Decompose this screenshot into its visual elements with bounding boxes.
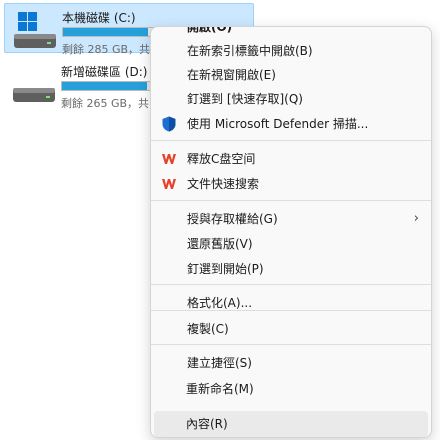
drive-c-usage-fill	[63, 28, 148, 36]
menu-separator	[151, 344, 431, 345]
drive-d-usage-fill	[62, 82, 147, 90]
menu-item-open-new-tab[interactable]: 在新索引標籤中開啟(B)	[155, 38, 427, 64]
menu-item-open-new-window[interactable]: 在新視窗開啟(E)	[155, 62, 427, 88]
hard-drive-icon	[14, 12, 56, 48]
menu-separator	[151, 200, 431, 201]
menu-item-defender-scan[interactable]: 使用 Microsoft Defender 掃描...	[155, 111, 427, 137]
drive-c-free-space: 剩餘 285 GB，共	[62, 43, 151, 56]
menu-separator	[151, 140, 431, 141]
menu-item-label: 內容(R)	[186, 417, 228, 431]
wps-logo-icon	[162, 154, 176, 164]
drive-d-name: 新增磁碟區 (D:)	[61, 65, 148, 79]
menu-item-label: 釘選到開始(P)	[187, 262, 264, 276]
menu-separator	[151, 284, 431, 285]
drive-c-name: 本機磁碟 (C:)	[62, 11, 136, 25]
menu-item-label: 建立捷徑(S)	[187, 356, 252, 370]
menu-item-label: 釋放C盘空间	[187, 152, 256, 166]
hard-drive-icon	[13, 88, 55, 102]
menu-item-label: 在新視窗開啟(E)	[187, 68, 276, 82]
menu-item-label: 授與存取權給(G)	[187, 212, 278, 226]
menu-item-pin-start[interactable]: 釘選到開始(P)	[155, 256, 427, 282]
menu-item-label: 重新命名(M)	[186, 382, 254, 396]
menu-item-format[interactable]: 格式化(A)...	[155, 290, 427, 316]
chevron-right-icon: ›	[413, 211, 419, 226]
shield-icon	[162, 116, 176, 132]
menu-item-label: 在新索引標籤中開啟(B)	[187, 44, 313, 58]
wps-logo-icon	[162, 179, 176, 189]
menu-item-label: 釘選到 [快速存取](Q)	[187, 92, 303, 106]
menu-item-pin-quick-access[interactable]: 釘選到 [快速存取](Q)	[155, 86, 427, 112]
menu-item-label: 文件快速搜索	[187, 177, 260, 191]
menu-item-label: 還原舊版(V)	[187, 237, 253, 251]
menu-item-properties[interactable]: 內容(R)	[154, 411, 428, 437]
menu-item-copy[interactable]: 複製(C)	[155, 316, 427, 342]
menu-item-rename[interactable]: 重新命名(M)	[154, 376, 428, 402]
menu-item-file-quick-search[interactable]: 文件快速搜索	[155, 171, 427, 197]
menu-item-give-access[interactable]: 授與存取權給(G) ›	[155, 206, 427, 232]
menu-item-label: 使用 Microsoft Defender 掃描...	[187, 117, 369, 131]
drive-d-free-space: 剩餘 265 GB，共	[61, 97, 150, 110]
menu-item-restore-previous[interactable]: 還原舊版(V)	[155, 231, 427, 257]
menu-separator	[151, 310, 431, 311]
menu-item-free-c-space[interactable]: 釋放C盘空间	[155, 146, 427, 172]
menu-item-label: 複製(C)	[187, 322, 229, 336]
menu-item-label: 格式化(A)...	[187, 296, 253, 310]
menu-item-create-shortcut[interactable]: 建立捷徑(S)	[155, 350, 427, 376]
